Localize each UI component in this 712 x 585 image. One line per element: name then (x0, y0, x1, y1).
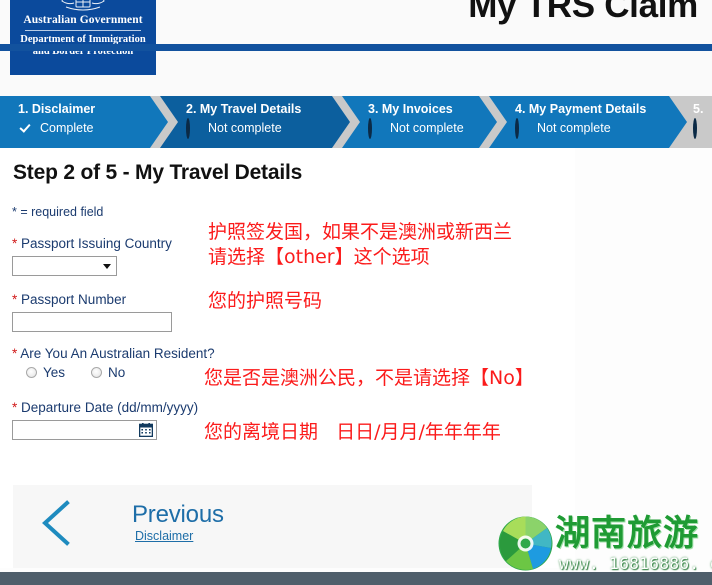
annotation-departure-date: 您的离境日期 日日/月月/年年年年 (204, 421, 501, 443)
label-text: Departure Date (dd/mm/yyyy) (21, 400, 199, 415)
bottom-navigation: Previous Disclaimer (13, 485, 532, 568)
field-label: * Are You An Australian Resident? (12, 346, 215, 362)
calendar-icon[interactable] (138, 423, 154, 438)
watermark-text: 湖南旅游 (555, 514, 700, 554)
site-header: Australian Government Department of Immi… (0, 0, 712, 96)
required-asterisk: * (12, 292, 18, 307)
label-text: Passport Issuing Country (21, 236, 172, 251)
empty-circle-icon (186, 118, 201, 139)
australian-government-logo: Australian Government Department of Immi… (10, 0, 156, 75)
annotation-passport-country: 护照签发国，如果不是澳洲或新西兰 请选择【other】这个选项 (208, 221, 513, 268)
step-item-3-my-invoices[interactable]: 3. My Invoices Not complete (342, 96, 497, 148)
empty-circle-icon (693, 118, 708, 139)
field-label: * Departure Date (dd/mm/yyyy) (12, 400, 198, 416)
step-heading: Step 2 of 5 - My Travel Details (13, 161, 303, 184)
radio-button-icon[interactable] (26, 367, 37, 378)
commonwealth-coat-of-arms-icon (54, 0, 112, 12)
page-title: My TRS Claim (468, 0, 698, 25)
radio-group-australian-resident: Yes No (12, 365, 215, 380)
footer-bar (0, 572, 712, 585)
annotation-australian-resident: 您是否是澳洲公民，不是请选择【No】 (204, 367, 534, 389)
radio-label: No (108, 365, 126, 380)
field-australian-resident: * Are You An Australian Resident? Yes No (12, 346, 215, 380)
step-item-4-my-payment-details[interactable]: 4. My Payment Details Not complete (489, 96, 687, 148)
step-title: 3. My Invoices (368, 102, 453, 116)
empty-circle-icon (515, 118, 530, 139)
step-item-1-disclaimer[interactable]: 1. Disclaimer Complete (0, 96, 168, 148)
hunan-tourism-logo-icon (497, 515, 554, 572)
step-status: Complete (40, 120, 94, 135)
step-item-2-my-travel-details[interactable]: 2. My Travel Details Not complete (160, 96, 350, 148)
label-text: Passport Number (21, 292, 127, 307)
step-status: Not complete (537, 120, 611, 135)
logo-divider (25, 30, 141, 31)
departure-date-input[interactable] (12, 420, 157, 440)
step-title: 2. My Travel Details (186, 102, 302, 116)
chevron-down-icon (103, 264, 111, 269)
required-asterisk: * (12, 346, 18, 361)
field-label: * Passport Issuing Country (12, 236, 172, 252)
step-title: 5. (693, 102, 704, 116)
empty-circle-icon (368, 118, 383, 139)
step-title: 1. Disclaimer (18, 102, 96, 116)
step-status: Not complete (390, 120, 464, 135)
step-title: 4. My Payment Details (515, 102, 647, 116)
progress-step-bar: 1. Disclaimer Complete 2. My Travel Deta… (0, 96, 712, 148)
disclaimer-link[interactable]: Disclaimer (135, 529, 193, 543)
previous-button[interactable]: Previous (132, 501, 224, 529)
chevron-left-icon[interactable] (35, 499, 79, 547)
step-status: Not complete (208, 120, 282, 135)
logo-line-1: Australian Government (23, 14, 143, 26)
field-departure-date: * Departure Date (dd/mm/yyyy) (12, 400, 198, 440)
radio-button-icon[interactable] (91, 367, 103, 378)
required-field-note: * = required field (12, 205, 104, 219)
radio-label: Yes (43, 365, 66, 380)
required-asterisk: * (12, 236, 18, 251)
field-passport-issuing-country: * Passport Issuing Country (12, 236, 172, 276)
header-divider (0, 44, 712, 51)
passport-country-select[interactable] (12, 256, 117, 276)
field-label: * Passport Number (12, 292, 172, 308)
radio-option-yes[interactable]: Yes (26, 365, 65, 380)
step-item-5[interactable]: 5. (679, 96, 712, 148)
radio-option-no[interactable]: No (91, 365, 125, 380)
watermark-url: www. 16816886. cn (559, 554, 712, 573)
annotation-passport-number: 您的护照号码 (208, 290, 323, 312)
label-text: Are You An Australian Resident? (20, 346, 215, 361)
passport-number-input[interactable] (12, 312, 172, 332)
field-passport-number: * Passport Number (12, 292, 172, 332)
watermark: 湖南旅游 www. 16816886. cn (497, 513, 712, 575)
trs-claim-page: Australian Government Department of Immi… (0, 0, 712, 585)
check-circle-icon (18, 120, 33, 135)
required-asterisk: * (12, 400, 18, 415)
